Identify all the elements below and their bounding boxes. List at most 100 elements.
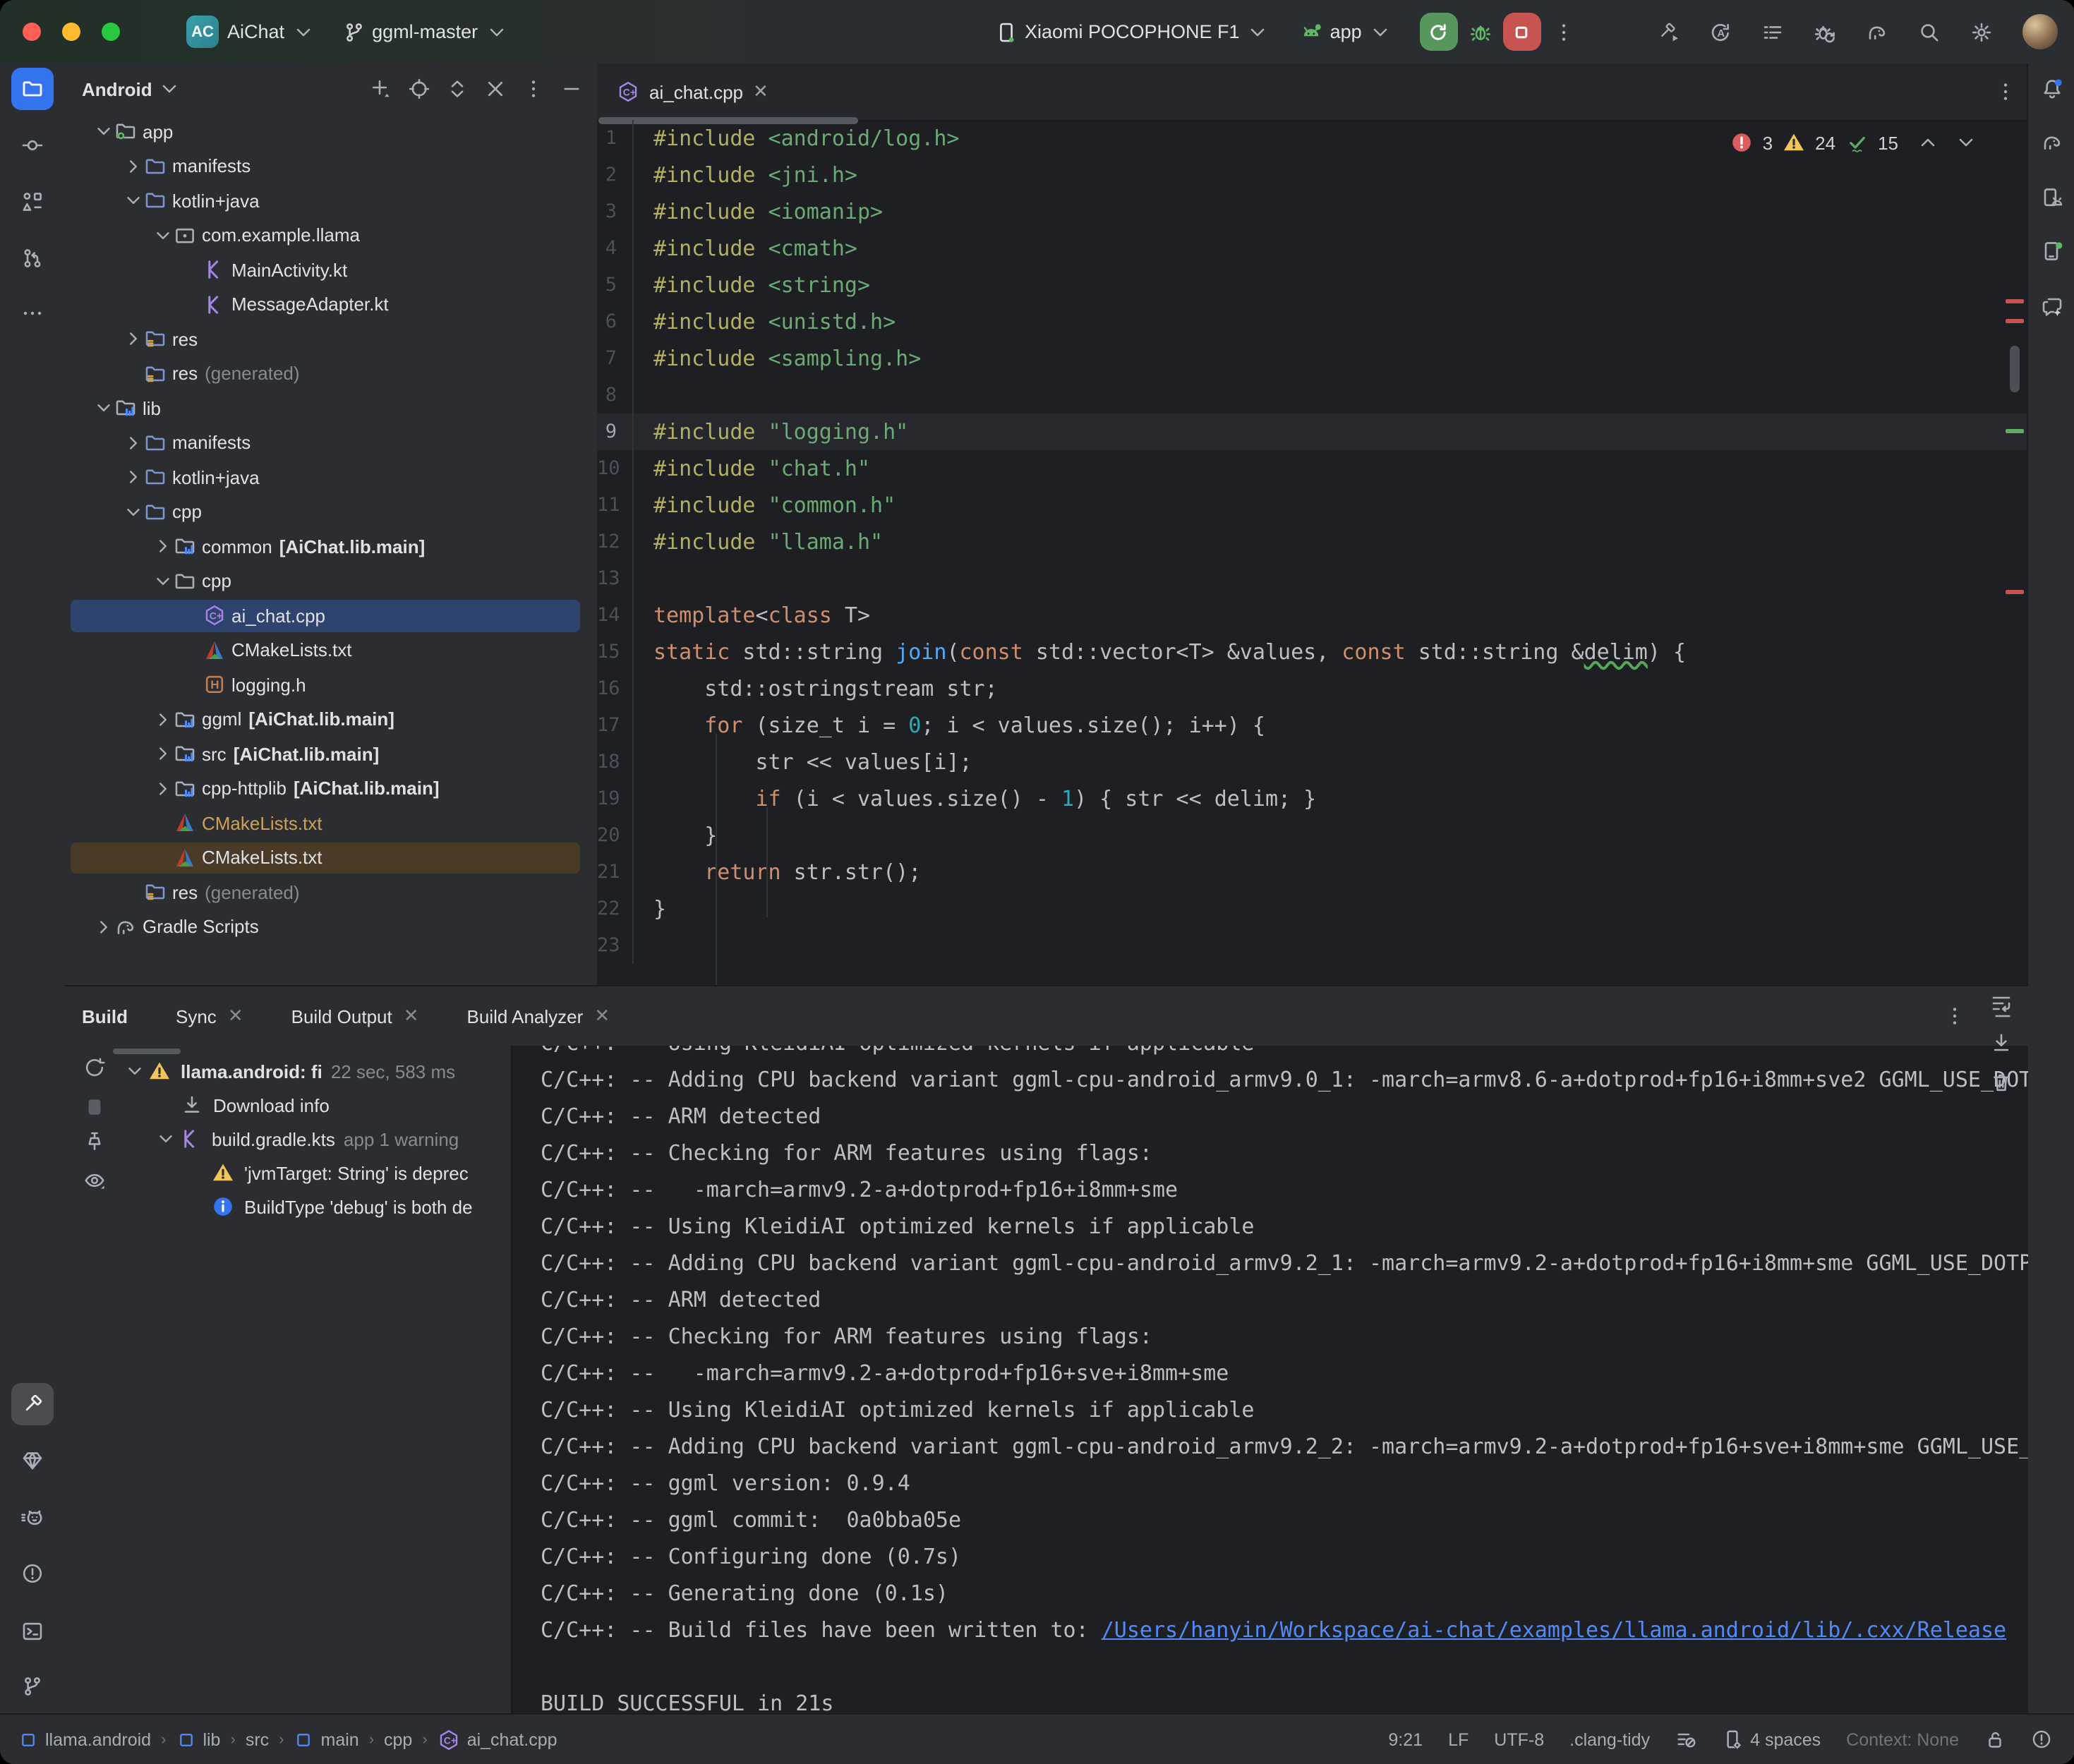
breadcrumb-item[interactable]: main [294, 1729, 359, 1749]
tree-item-ai-chat-cpp[interactable]: C+ai_chat.cpp [65, 598, 597, 633]
project-panel-collapse-all-icon[interactable] [484, 78, 507, 100]
code-line-13[interactable]: 13 [597, 560, 2028, 597]
build-stop-disabled-icon[interactable] [83, 1096, 106, 1125]
status-widget--clang-tidy[interactable]: .clang-tidy [1569, 1729, 1650, 1749]
tree-item-cmakelists-txt[interactable]: CMakeLists.txt [65, 633, 597, 667]
tree-item-common[interactable]: common[AiChat.lib.main] [65, 529, 597, 564]
project-panel-hide-icon[interactable] [560, 78, 583, 100]
build-filter-icon[interactable] [83, 1169, 106, 1199]
tool-strip-project[interactable] [11, 68, 54, 110]
tree-item-gradle-scripts[interactable]: Gradle Scripts [65, 910, 597, 944]
project-panel-locate-icon[interactable] [408, 78, 430, 100]
code-line-16[interactable]: 16 std::ostringstream str; [597, 670, 2028, 707]
previous-problem-icon[interactable] [1917, 131, 1939, 154]
status-widget-utf-8[interactable]: UTF-8 [1494, 1729, 1544, 1749]
error-stripe-mark[interactable] [2006, 299, 2024, 303]
tree-item-cmakelists-txt[interactable]: CMakeLists.txt [65, 806, 597, 840]
build-tree-item[interactable]: 'jvmTarget: String' is deprec [124, 1156, 511, 1190]
success-stripe-mark[interactable] [2006, 429, 2024, 433]
build-tab-sync[interactable]: Sync✕ [176, 1005, 243, 1027]
build-tab-build-output[interactable]: Build Output✕ [291, 1005, 419, 1027]
ai-rotate-icon[interactable]: A [1709, 20, 1732, 43]
tree-item-app[interactable]: app [65, 114, 597, 149]
project-panel-add-icon[interactable] [370, 78, 392, 100]
code-line-18[interactable]: 18 str << values[i]; [597, 744, 2028, 780]
tree-item-manifests[interactable]: manifests [65, 149, 597, 183]
tree-item-logging-h[interactable]: Hlogging.h [65, 667, 597, 702]
code-line-7[interactable]: 7#include <sampling.h> [597, 340, 2028, 377]
project-selector[interactable]: AiChat [227, 20, 314, 43]
tool-strip-notifications[interactable] [2030, 68, 2073, 110]
tree-item-res[interactable]: res(generated) [65, 356, 597, 391]
build-tree-item[interactable]: build.gradle.ktsapp 1 warning [124, 1122, 511, 1156]
rerun-button[interactable] [1420, 13, 1458, 51]
build-console[interactable]: C/C++: -- Using KleidiAI optimized kerne… [511, 1046, 2028, 1716]
status-widget[interactable] [1675, 1729, 1696, 1750]
code-line-20[interactable]: 20 } [597, 817, 2028, 854]
list-lines-icon[interactable] [1761, 20, 1784, 43]
tree-item-ggml[interactable]: ggml[AiChat.lib.main] [65, 702, 597, 737]
tool-strip-problems[interactable] [11, 1552, 54, 1595]
build-tree-item[interactable]: llama.android: fi22 sec, 583 ms [124, 1054, 511, 1088]
tool-strip-pull-requests[interactable] [11, 237, 54, 279]
error-stripe-mark[interactable] [2006, 319, 2024, 323]
status-widget-lf[interactable]: LF [1448, 1729, 1469, 1749]
tree-item-src[interactable]: src[AiChat.lib.main] [65, 737, 597, 771]
code-line-19[interactable]: 19 if (i < values.size() - 1) { str << d… [597, 780, 2028, 817]
inspections-widget[interactable]: 3 24 15 [1730, 131, 1977, 154]
close-tab-icon[interactable]: ✕ [228, 1005, 243, 1027]
device-selector[interactable]: Xiaomi POCOPHONE F1 [995, 20, 1270, 43]
code-line-12[interactable]: 12#include "llama.h" [597, 524, 2028, 560]
hammer-run-icon[interactable] [1657, 20, 1680, 43]
code-line-14[interactable]: 14template<class T> [597, 597, 2028, 634]
code-line-22[interactable]: 22} [597, 890, 2028, 927]
code-line-4[interactable]: 4#include <cmath> [597, 230, 2028, 267]
next-problem-icon[interactable] [1955, 131, 1977, 154]
stop-button[interactable] [1503, 13, 1541, 51]
console-scroll-end-icon[interactable] [1990, 1032, 2013, 1054]
tool-strip-gradle[interactable] [2030, 121, 2073, 164]
user-avatar[interactable] [2022, 14, 2058, 49]
code-editor[interactable]: 1#include <android/log.h>2#include <jni.… [597, 120, 2028, 985]
debug-button[interactable] [1469, 20, 1492, 43]
console-clear-icon[interactable] [1990, 1071, 2013, 1094]
editor-vertical-scrollbar[interactable] [2010, 346, 2020, 392]
breadcrumb-item[interactable]: llama.android [18, 1729, 151, 1749]
project-view-selector[interactable]: Android [82, 78, 181, 100]
tool-strip-structure[interactable] [11, 181, 54, 223]
tree-item-cmakelists-txt[interactable]: CMakeLists.txt [65, 840, 597, 875]
error-stripe-mark[interactable] [2006, 590, 2024, 594]
tool-strip-app-quality-insights[interactable] [11, 1439, 54, 1482]
run-config-selector[interactable]: app [1301, 20, 1392, 43]
build-options-icon[interactable] [1943, 1005, 1966, 1027]
code-line-2[interactable]: 2#include <jni.h> [597, 157, 2028, 193]
status-widget-4-spaces[interactable]: 4 spaces [1722, 1729, 1821, 1750]
tool-strip-device-manager[interactable] [2030, 176, 2073, 219]
code-line-6[interactable]: 6#include <unistd.h> [597, 303, 2028, 340]
close-window-button[interactable] [23, 23, 41, 41]
search-icon[interactable] [1918, 20, 1941, 43]
breadcrumb-item[interactable]: cpp [384, 1729, 412, 1749]
branch-selector[interactable]: ggml-master [342, 20, 507, 43]
code-line-8[interactable]: 8 [597, 377, 2028, 413]
project-panel-expand-all-icon[interactable] [446, 78, 469, 100]
close-tab-icon[interactable]: ✕ [404, 1005, 419, 1027]
tool-strip-version-control[interactable] [11, 1665, 54, 1708]
more-run-options-button[interactable] [1553, 20, 1575, 43]
tool-strip-profiler[interactable] [11, 1497, 54, 1540]
code-line-3[interactable]: 3#include <iomanip> [597, 193, 2028, 230]
code-line-11[interactable]: 11#include "common.h" [597, 487, 2028, 524]
zoom-window-button[interactable] [102, 23, 120, 41]
console-soft-wrap-icon[interactable] [1990, 992, 2013, 1015]
code-line-17[interactable]: 17 for (size_t i = 0; i < values.size();… [597, 707, 2028, 744]
tree-item-mainactivity-kt[interactable]: MainActivity.kt [65, 253, 597, 287]
code-line-21[interactable]: 21 return str.str(); [597, 854, 2028, 890]
tool-strip-build[interactable] [11, 1383, 54, 1425]
settings-icon[interactable] [1970, 20, 1993, 43]
code-line-10[interactable]: 10#include "chat.h" [597, 450, 2028, 487]
breadcrumb-item[interactable]: src [246, 1729, 269, 1749]
close-tab-icon[interactable]: ✕ [753, 80, 768, 103]
code-line-15[interactable]: 15static std::string join(const std::vec… [597, 634, 2028, 670]
tree-item-res[interactable]: res(generated) [65, 875, 597, 910]
build-tree-item[interactable]: Download info [124, 1088, 511, 1122]
